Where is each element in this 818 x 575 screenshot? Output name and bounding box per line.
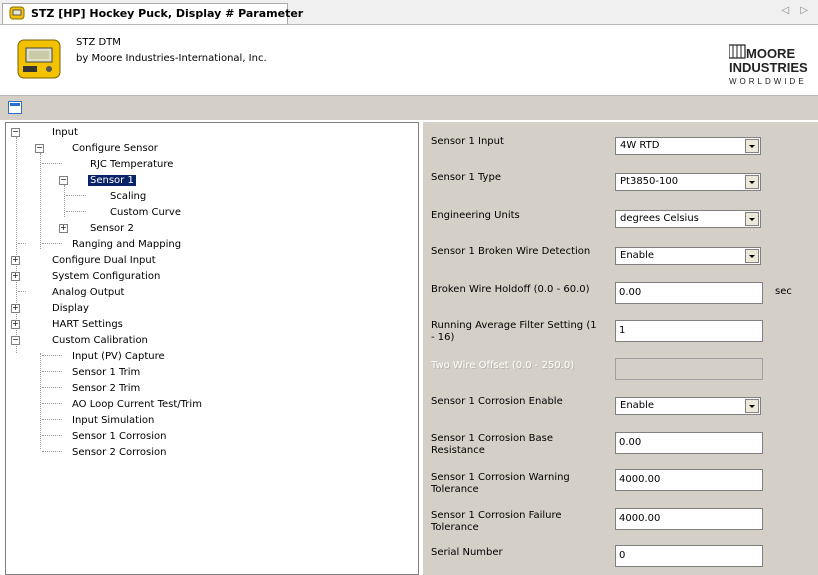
- tree-item-ranging-mapping[interactable]: Ranging and Mapping: [72, 238, 181, 252]
- svg-text:WORLDWIDE: WORLDWIDE: [729, 77, 807, 86]
- expand-icon[interactable]: +: [11, 304, 20, 313]
- dtm-name: STZ DTM: [76, 37, 121, 48]
- engineering-units-label: Engineering Units: [431, 210, 520, 221]
- running-average-label: Running Average Filter Setting (1 - 16): [431, 320, 597, 343]
- parameter-panel: Sensor 1 Input 4W RTD Sensor 1 Type Pt38…: [423, 122, 818, 575]
- hockey-puck-device-icon: [17, 39, 61, 79]
- corrosion-failure-label: Sensor 1 Corrosion Failure Tolerance: [431, 510, 562, 533]
- tree-item-scaling[interactable]: Scaling: [110, 190, 146, 204]
- corrosion-base-label: Sensor 1 Corrosion Base Resistance: [431, 433, 554, 456]
- chevron-down-icon[interactable]: [745, 249, 759, 263]
- moore-industries-logo: MOORE INDUSTRIES WORLDWIDE: [728, 39, 818, 95]
- engineering-units-select[interactable]: degrees Celsius: [615, 210, 761, 228]
- corrosion-warning-input[interactable]: 4000.00: [615, 469, 763, 491]
- chevron-down-icon[interactable]: [745, 399, 759, 413]
- corrosion-enable-select[interactable]: Enable: [615, 397, 761, 415]
- tree-item-sensor-2[interactable]: Sensor 2: [90, 222, 134, 236]
- tree-item-sensor-1-corrosion[interactable]: Sensor 1 Corrosion: [72, 430, 167, 444]
- broken-wire-detection-select[interactable]: Enable: [615, 247, 761, 265]
- corrosion-enable-label: Sensor 1 Corrosion Enable: [431, 396, 563, 407]
- serial-number-input[interactable]: 0: [615, 545, 763, 567]
- tree-item-rjc-temperature[interactable]: RJC Temperature: [90, 158, 173, 172]
- expand-icon[interactable]: +: [11, 272, 20, 281]
- sensor-1-input-label: Sensor 1 Input: [431, 136, 504, 147]
- two-wire-offset-input: [615, 358, 763, 380]
- two-wire-offset-label: Two Wire Offset (0.0 - 250.0): [431, 360, 575, 371]
- broken-wire-holdoff-label: Broken Wire Holdoff (0.0 - 60.0): [431, 284, 590, 295]
- expand-icon[interactable]: +: [11, 256, 20, 265]
- tab-title: STZ [HP] Hockey Puck, Display # Paramete…: [31, 7, 304, 20]
- serial-number-label: Serial Number: [431, 547, 503, 558]
- tree-item-sensor-1[interactable]: Sensor 1: [88, 174, 136, 188]
- tree-item-system-configuration[interactable]: System Configuration: [52, 270, 160, 284]
- expand-icon[interactable]: +: [59, 224, 68, 233]
- sensor-1-type-select[interactable]: Pt3850-100: [615, 173, 761, 191]
- dtm-vendor: by Moore Industries-International, Inc.: [76, 53, 267, 64]
- window-view-icon[interactable]: [8, 101, 22, 114]
- chevron-down-icon[interactable]: [745, 175, 759, 189]
- tab-bar: STZ [HP] Hockey Puck, Display # Paramete…: [0, 0, 818, 25]
- running-average-input[interactable]: 1: [615, 320, 763, 342]
- tree-item-analog-output[interactable]: Analog Output: [52, 286, 124, 300]
- sensor-1-type-label: Sensor 1 Type: [431, 172, 501, 183]
- tree-item-custom-curve[interactable]: Custom Curve: [110, 206, 181, 220]
- tree-item-sensor-2-trim[interactable]: Sensor 2 Trim: [72, 382, 140, 396]
- expand-icon[interactable]: +: [11, 320, 20, 329]
- tree-item-input-simulation[interactable]: Input Simulation: [72, 414, 154, 428]
- tree-item-configure-sensor[interactable]: Configure Sensor: [72, 142, 158, 156]
- broken-wire-holdoff-unit: sec: [775, 286, 792, 297]
- tree-item-display[interactable]: Display: [52, 302, 89, 316]
- broken-wire-detection-label: Sensor 1 Broken Wire Detection: [431, 246, 591, 257]
- chevron-down-icon[interactable]: [745, 139, 759, 153]
- corrosion-failure-input[interactable]: 4000.00: [615, 508, 763, 530]
- svg-text:MOORE: MOORE: [746, 46, 795, 61]
- toolbar: [0, 95, 818, 120]
- chevron-down-icon[interactable]: [745, 212, 759, 226]
- collapse-icon[interactable]: −: [35, 144, 44, 153]
- collapse-icon[interactable]: −: [11, 336, 20, 345]
- device-icon: [9, 6, 25, 20]
- svg-text:INDUSTRIES: INDUSTRIES: [729, 60, 808, 75]
- corrosion-warning-label: Sensor 1 Corrosion Warning Tolerance: [431, 472, 570, 495]
- tree-item-hart-settings[interactable]: HART Settings: [52, 318, 123, 332]
- corrosion-base-input[interactable]: 0.00: [615, 432, 763, 454]
- sensor-1-input-select[interactable]: 4W RTD: [615, 137, 761, 155]
- tree-item-sensor-2-corrosion[interactable]: Sensor 2 Corrosion: [72, 446, 167, 460]
- tree-item-input[interactable]: Input: [52, 126, 78, 140]
- tree-item-custom-calibration[interactable]: Custom Calibration: [52, 334, 148, 348]
- collapse-icon[interactable]: −: [11, 128, 20, 137]
- collapse-icon[interactable]: −: [59, 176, 68, 185]
- tree-item-configure-dual-input[interactable]: Configure Dual Input: [52, 254, 156, 268]
- navigation-tree: − Input − Configure Sensor RJC Temperatu…: [5, 122, 419, 575]
- tab-parameter[interactable]: STZ [HP] Hockey Puck, Display # Paramete…: [2, 3, 303, 24]
- tree-item-ao-loop-current[interactable]: AO Loop Current Test/Trim: [72, 398, 202, 412]
- dtm-header: STZ DTM by Moore Industries-Internationa…: [0, 25, 818, 95]
- broken-wire-holdoff-input[interactable]: 0.00: [615, 282, 763, 304]
- tree-item-sensor-1-trim[interactable]: Sensor 1 Trim: [72, 366, 140, 380]
- tree-item-input-pv-capture[interactable]: Input (PV) Capture: [72, 350, 165, 364]
- tab-scroll-arrows[interactable]: ◁ ▷: [781, 5, 812, 16]
